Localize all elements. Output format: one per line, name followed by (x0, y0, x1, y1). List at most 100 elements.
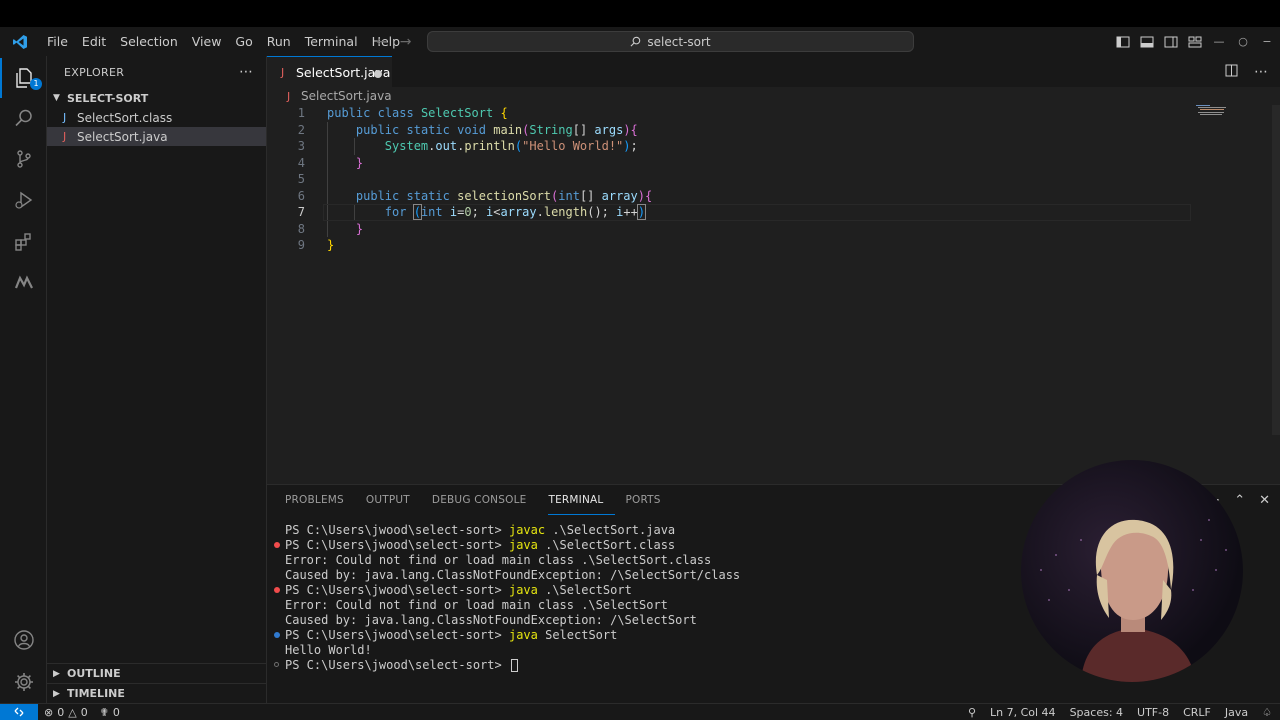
problems-status[interactable]: ⊗ 0 △ 0 ✟ 0 (38, 706, 120, 719)
unsaved-dot-icon[interactable] (374, 70, 382, 78)
tab-output[interactable]: OUTPUT (366, 485, 422, 515)
terminal-args: .\SelectSort.class (537, 538, 676, 552)
search-icon (630, 36, 641, 47)
java-file-icon: J (63, 130, 67, 143)
editor-scrollbar[interactable] (1272, 105, 1280, 435)
menu-run[interactable]: Run (260, 34, 298, 49)
tab-debug-console[interactable]: DEBUG CONSOLE (432, 485, 539, 515)
terminal-prompt: PS C:\Users\jwood\select-sort> (285, 583, 509, 597)
code-line: 1 public class SelectSort { (267, 105, 1280, 122)
run-debug-icon[interactable] (0, 180, 47, 220)
warning-icon: △ (68, 705, 77, 719)
code-line: 8 } (267, 221, 1280, 238)
line-number: 6 (297, 188, 305, 203)
folder-label: SELECT-SORT (67, 91, 149, 105)
explorer-title: EXPLORER (64, 65, 125, 79)
terminal-output-text: Caused by: java.lang.ClassNotFoundExcept… (285, 613, 697, 627)
extensions-icon[interactable] (0, 222, 47, 262)
tab-selectsort-java[interactable]: J SelectSort.java (267, 56, 392, 87)
outline-section[interactable]: ▶ OUTLINE (47, 663, 267, 683)
timeline-section[interactable]: ▶ TIMELINE (47, 683, 267, 703)
editor-actions: ⋯ (1225, 64, 1268, 81)
explorer-icon[interactable]: 1 (0, 58, 47, 98)
tab-problems[interactable]: PROBLEMS (285, 485, 356, 515)
cursor-position[interactable]: Ln 7, Col 44 (990, 706, 1056, 719)
line-number: 2 (297, 122, 305, 137)
code-editor[interactable]: 1 public class SelectSort { 2 public stat… (267, 105, 1280, 254)
menu-view[interactable]: View (185, 34, 229, 49)
terminal-prompt: PS C:\Users\jwood\select-sort> (285, 628, 509, 642)
remote-explorer-icon[interactable] (0, 263, 47, 303)
zoom-icon[interactable]: ⚲ (968, 706, 976, 719)
source-control-icon[interactable] (0, 139, 47, 179)
maximize-panel-icon[interactable]: ⌃ (1234, 493, 1245, 508)
terminal-command: java (508, 628, 538, 642)
terminal-prompt: PS C:\Users\jwood\select-sort> (285, 523, 509, 537)
java-file-icon: J (287, 89, 291, 103)
warning-count: 0 (80, 705, 88, 719)
tab-terminal[interactable]: TERMINAL (548, 485, 616, 515)
line-number: 5 (297, 172, 305, 186)
toggle-sidebar-icon[interactable] (1116, 35, 1130, 49)
back-arrow-icon[interactable]: ← (376, 34, 388, 50)
menu-selection[interactable]: Selection (113, 34, 185, 49)
forward-arrow-icon[interactable]: → (400, 34, 412, 50)
terminal-output-text: Caused by: java.lang.ClassNotFoundExcept… (285, 568, 741, 582)
ports-icon: ✟ (99, 705, 109, 719)
menu-edit[interactable]: Edit (75, 34, 113, 49)
command-pending-icon[interactable] (274, 662, 279, 667)
close-window-icon[interactable]: − (1260, 35, 1274, 49)
encoding[interactable]: UTF-8 (1137, 706, 1169, 719)
line-number: 1 (297, 106, 305, 120)
command-failed-icon[interactable] (274, 587, 280, 593)
title-bar-actions: — ○ − (1116, 27, 1280, 56)
breadcrumb-file[interactable]: SelectSort.java (301, 89, 392, 103)
error-count: 0 (57, 705, 65, 719)
account-icon[interactable] (0, 620, 47, 660)
terminal-command: java (508, 583, 538, 597)
more-actions-icon[interactable]: ⋯ (239, 64, 254, 80)
command-center-search[interactable]: select-sort (427, 31, 914, 52)
file-selectsort-class[interactable]: J SelectSort.class (47, 108, 266, 127)
explorer-sidebar: EXPLORER ⋯ ▼ SELECT-SORT J SelectSort.cl… (47, 56, 267, 703)
code-line-current: 7 for (int i=0; i<array.length(); i++) (267, 204, 1280, 221)
command-failed-icon[interactable] (274, 542, 280, 548)
toggle-secondary-sidebar-icon[interactable] (1164, 35, 1178, 49)
explorer-badge: 1 (30, 78, 42, 90)
webcam-overlay (1021, 460, 1243, 682)
minimap[interactable] (1196, 104, 1228, 115)
file-selectsort-java[interactable]: J SelectSort.java (47, 127, 266, 146)
settings-gear-icon[interactable] (0, 662, 47, 702)
terminal-cursor (510, 659, 518, 672)
line-number: 7 (297, 205, 305, 219)
command-success-icon[interactable] (274, 632, 280, 638)
activity-bar: 1 (0, 56, 47, 703)
code-line: 3 System.out.println("Hello World!"); (267, 138, 1280, 155)
status-bar: ⊗ 0 △ 0 ✟ 0 ⚲ Ln 7, Col 44 Spaces: 4 UTF… (0, 703, 1280, 720)
menu-bar: File Edit Selection View Go Run Terminal… (40, 34, 407, 49)
editor-area: J SelectSort.java ⋯ J SelectSort.java 1p… (267, 56, 1280, 484)
restore-icon[interactable]: ○ (1236, 35, 1250, 49)
menu-terminal[interactable]: Terminal (298, 34, 365, 49)
line-number: 3 (297, 139, 305, 153)
split-editor-icon[interactable] (1225, 64, 1238, 81)
more-actions-icon[interactable]: ⋯ (1254, 64, 1268, 81)
menu-file[interactable]: File (40, 34, 75, 49)
notifications-bell-icon[interactable]: ♤ (1262, 706, 1272, 719)
customize-layout-icon[interactable] (1188, 35, 1202, 49)
search-view-icon[interactable] (0, 98, 47, 138)
minimize-icon[interactable]: — (1212, 35, 1226, 49)
line-ending[interactable]: CRLF (1183, 706, 1211, 719)
tab-ports[interactable]: PORTS (625, 485, 672, 515)
language-mode[interactable]: Java (1225, 706, 1248, 719)
line-number: 9 (297, 238, 305, 252)
folder-select-sort[interactable]: ▼ SELECT-SORT (47, 88, 266, 108)
close-panel-icon[interactable]: ✕ (1259, 493, 1270, 508)
command-center-label: select-sort (647, 34, 711, 49)
menu-go[interactable]: Go (228, 34, 259, 49)
code-line: 4 } (267, 155, 1280, 172)
remote-indicator-icon[interactable] (0, 703, 38, 720)
chevron-right-icon: ▶ (53, 688, 60, 699)
toggle-panel-icon[interactable] (1140, 35, 1154, 49)
indentation[interactable]: Spaces: 4 (1070, 706, 1123, 719)
